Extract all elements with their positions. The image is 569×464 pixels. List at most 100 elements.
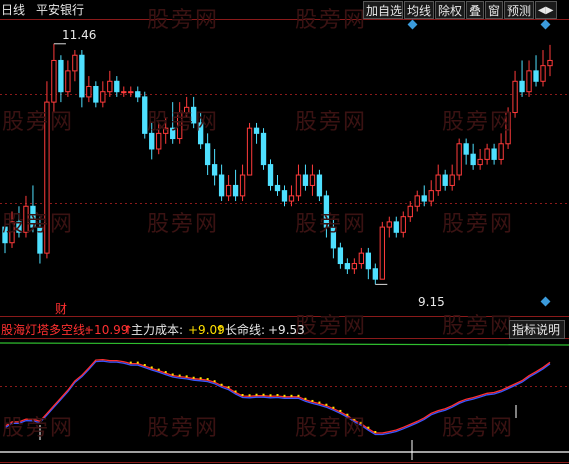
watermark: 股旁网 bbox=[295, 416, 368, 441]
candle-body bbox=[449, 174, 455, 186]
signal-dot bbox=[248, 394, 251, 397]
watermark: 股旁网 bbox=[442, 110, 515, 135]
watermark: 股旁网 bbox=[295, 212, 368, 237]
signal-dot bbox=[206, 378, 209, 381]
cost-arrow-icon: ↑ bbox=[215, 323, 226, 337]
candle-body bbox=[51, 59, 57, 103]
candle-body bbox=[428, 190, 434, 202]
high-price-label: 11.46 bbox=[62, 28, 97, 42]
signal-dot bbox=[164, 371, 167, 374]
cost-label: 主力成本: bbox=[131, 323, 184, 337]
add-watch-button[interactable]: 加自选 bbox=[363, 1, 403, 19]
ma-lines-button[interactable]: 均线 bbox=[404, 1, 434, 19]
signal-dot bbox=[185, 375, 188, 378]
candle-body bbox=[421, 195, 427, 202]
signal-dot bbox=[227, 386, 230, 389]
window-button[interactable]: 窗 bbox=[485, 1, 503, 19]
watermark: 股旁网 bbox=[147, 110, 220, 135]
candle-body bbox=[358, 252, 365, 265]
forecast-button[interactable]: 预测 bbox=[504, 1, 534, 19]
watermark: 股旁网 bbox=[442, 212, 515, 237]
candle-body bbox=[344, 263, 351, 270]
candle-body bbox=[379, 226, 385, 280]
signal-dot bbox=[325, 403, 328, 406]
candle-body bbox=[260, 132, 267, 166]
signal-dot bbox=[192, 376, 195, 379]
indicator-help-button[interactable]: 指标说明 bbox=[509, 320, 565, 339]
candle-body bbox=[86, 85, 92, 98]
candle-body bbox=[491, 148, 497, 160]
watermark: 股旁网 bbox=[295, 110, 368, 135]
candle-body bbox=[100, 91, 106, 103]
candle-body bbox=[484, 148, 490, 160]
signal-dot bbox=[374, 430, 377, 433]
signal-dot bbox=[283, 394, 286, 397]
candle-body bbox=[204, 143, 211, 166]
candle-body bbox=[267, 164, 274, 186]
overlay-button[interactable]: 叠 bbox=[466, 1, 484, 19]
candle-body bbox=[58, 59, 64, 93]
candle-body bbox=[533, 70, 539, 82]
candle-body bbox=[463, 143, 469, 155]
candle-body bbox=[477, 158, 483, 166]
candle-body bbox=[274, 184, 281, 192]
candle-body bbox=[547, 59, 553, 67]
candle-body bbox=[456, 143, 462, 176]
signal-dot bbox=[297, 394, 300, 397]
candle-body bbox=[400, 216, 406, 233]
watermark: 股旁网 bbox=[295, 8, 368, 33]
candle-body bbox=[526, 70, 532, 93]
signal-dot bbox=[290, 394, 293, 397]
signal-dot bbox=[311, 399, 314, 402]
candle-body bbox=[281, 190, 288, 202]
candle-body bbox=[407, 205, 413, 218]
watermark: 股旁网 bbox=[442, 416, 515, 441]
signal-dot bbox=[332, 406, 335, 409]
signal-dot bbox=[129, 361, 132, 364]
candle-body bbox=[135, 91, 141, 98]
signal-dot bbox=[150, 366, 153, 369]
candle-body bbox=[232, 184, 239, 197]
candle-body bbox=[498, 143, 504, 160]
candle-body bbox=[65, 70, 71, 93]
exright-button[interactable]: 除权 bbox=[435, 1, 465, 19]
stock-name: 平安银行 bbox=[36, 3, 85, 17]
candle-body bbox=[414, 195, 420, 207]
candle-body bbox=[93, 85, 99, 103]
candle-body bbox=[288, 195, 295, 202]
signal-dot bbox=[367, 426, 370, 429]
candle-body bbox=[295, 174, 302, 197]
candle-body bbox=[365, 252, 371, 270]
period-label[interactable]: 日线 bbox=[1, 2, 25, 18]
candle-body bbox=[246, 127, 253, 176]
candle-body bbox=[253, 127, 260, 134]
signal-dot bbox=[304, 397, 307, 400]
watermark: 股旁网 bbox=[442, 314, 515, 339]
watermark: 股旁网 bbox=[2, 110, 75, 135]
scroll-arrows-button[interactable]: ◀▶ bbox=[535, 1, 557, 19]
indicator-name-label: 股海灯塔多空线: bbox=[1, 323, 90, 337]
signal-dot bbox=[234, 390, 237, 393]
signal-dot bbox=[318, 401, 321, 404]
candle-body bbox=[72, 54, 78, 72]
financial-report-marker[interactable]: 财 bbox=[55, 301, 67, 317]
signal-dot bbox=[262, 393, 265, 396]
low-price-label: 9.15 bbox=[418, 295, 445, 309]
candle-body bbox=[435, 174, 441, 192]
candle-body bbox=[316, 174, 323, 197]
candle-body bbox=[128, 91, 134, 94]
candle-body bbox=[225, 184, 232, 197]
signal-dot bbox=[269, 394, 272, 397]
candle-body bbox=[309, 174, 316, 186]
signal-dot bbox=[178, 374, 181, 377]
watermark: 股旁网 bbox=[2, 212, 75, 237]
candle-body bbox=[351, 263, 358, 270]
signal-dot bbox=[241, 394, 244, 396]
candle-body bbox=[211, 164, 218, 176]
life-line bbox=[0, 342, 569, 346]
indicator-name-value: +10.99 bbox=[84, 323, 129, 337]
candle-body bbox=[442, 174, 448, 186]
candle-body bbox=[337, 247, 344, 265]
candle-body bbox=[239, 174, 246, 197]
signal-dot bbox=[157, 368, 160, 371]
